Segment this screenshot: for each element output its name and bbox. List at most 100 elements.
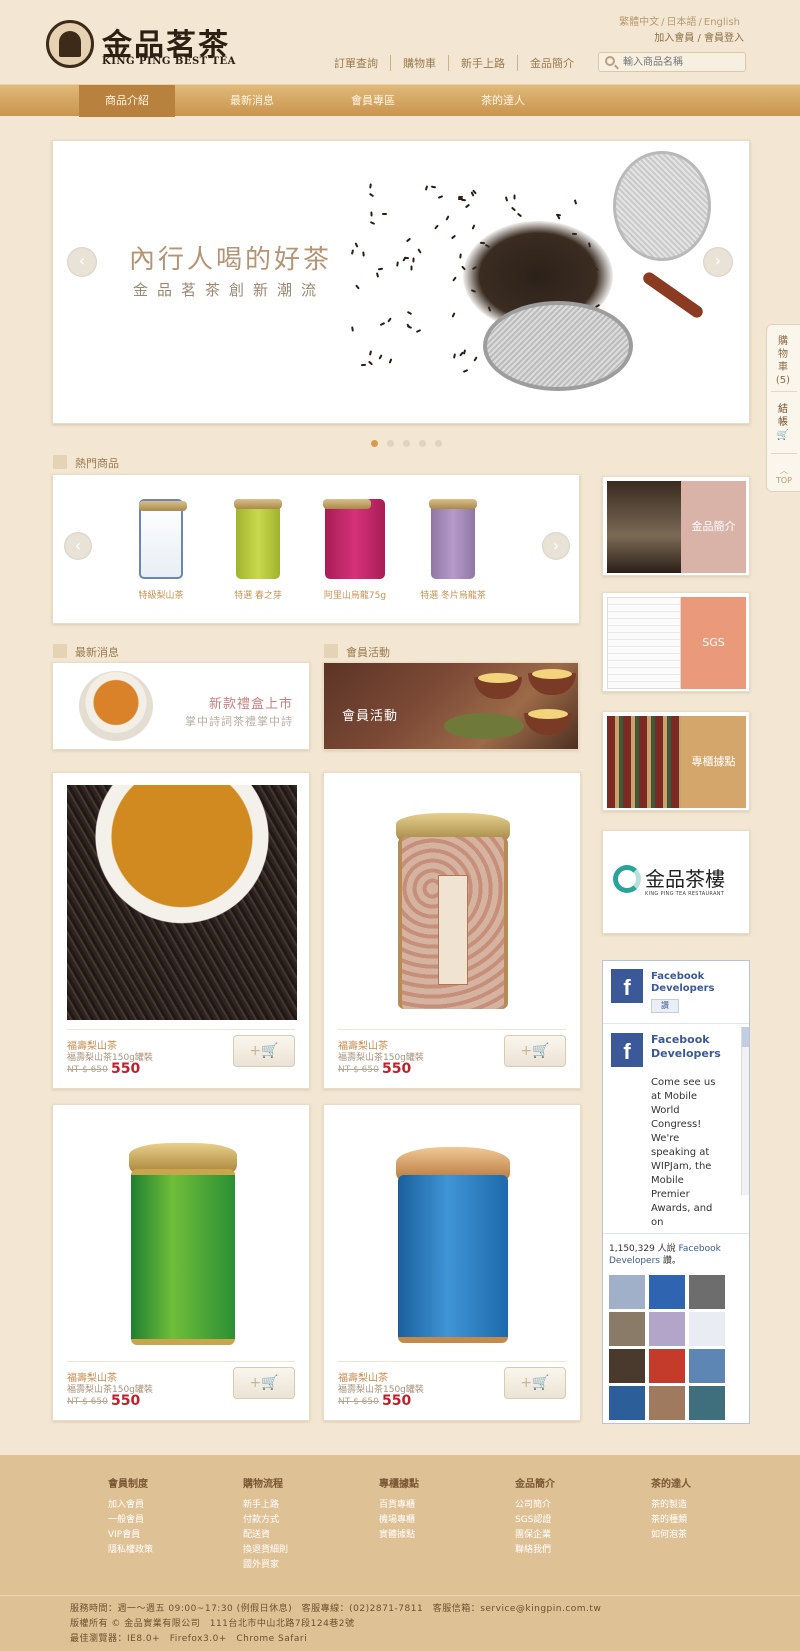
tea-leaf-fleck [368,350,373,356]
footer-link[interactable]: 百貨專櫃 [379,1498,419,1513]
footer-link[interactable]: VIP會員 [108,1528,153,1543]
footer-link[interactable]: 聯絡我們 [515,1543,555,1558]
top-nav-beginner[interactable]: 新手上路 [448,55,517,71]
banner-dot[interactable] [435,440,442,447]
footer-link[interactable]: 新手上路 [243,1498,288,1513]
main-nav-member[interactable]: 會員專區 [325,85,421,117]
footer-link[interactable]: 一般會員 [108,1513,153,1528]
fan-avatar[interactable] [689,1275,725,1309]
main-nav-tea-expert[interactable]: 茶的達人 [455,85,551,117]
top-nav-cart[interactable]: 購物車 [390,55,448,71]
hot-product-item[interactable]: 阿里山烏龍75g [310,499,400,601]
account-links: 加入會員 / 會員登入 [654,29,744,44]
facebook-scrollbar[interactable] [741,1027,749,1195]
add-to-cart-button[interactable]: +🛒 [233,1367,295,1399]
fan-avatar[interactable] [649,1349,685,1383]
fan-avatar[interactable] [609,1275,645,1309]
banner-prev-arrow-icon[interactable]: ‹ [67,247,97,277]
banner-dot[interactable] [371,440,378,447]
hot-product-label: 特級梨山茶 [138,591,184,601]
hot-product-item[interactable]: 特選 春之芽 [213,499,303,601]
footer-link[interactable]: 茶的種類 [651,1513,691,1528]
footer-link[interactable]: 隱私權政策 [108,1543,153,1558]
banner-dot[interactable] [419,440,426,447]
footer-link[interactable]: 實體據點 [379,1528,419,1543]
hot-product-item[interactable]: 特選 冬片烏龍茶 [408,499,498,601]
top-nav-orders[interactable]: 訂單查詢 [328,55,390,71]
product-card[interactable]: 福壽梨山茶 福壽梨山茶150g罐裝 NT $ 650 550 +🛒 [52,772,310,1089]
banner-dot[interactable] [387,440,394,447]
side-link-stores[interactable]: 專櫃據點 [602,711,750,811]
hot-product-item[interactable]: 特級梨山茶 [116,499,206,601]
side-link-about[interactable]: 金品簡介 [602,476,750,576]
brand-logo[interactable]: 金品茗茶 KING PING BEST TEA [46,20,246,72]
floating-checkout-link[interactable]: 結帳 🛒 [775,403,791,442]
tea-restaurant-link[interactable]: 金品茶樓 KING PING TEA RESTAURANT [602,830,750,934]
card-divider [338,1029,566,1030]
news-banner[interactable]: 新款禮盒上市 掌中詩詞茶禮掌中詩 [52,662,310,750]
footer-link[interactable]: 國外買家 [243,1558,288,1573]
member-activity-banner[interactable]: 會員活動 [323,662,579,750]
product-card[interactable]: 福壽梨山茶 福壽梨山茶150g罐裝 NT $ 650 550 +🛒 [323,772,581,1089]
footer-link[interactable]: 茶的製造 [651,1498,691,1513]
footer-col-heading: 茶的達人 [651,1479,691,1490]
tea-leaf-fleck [378,354,383,360]
lang-en[interactable]: English [702,17,742,28]
tea-leaf-fleck [457,195,464,199]
tea-leaf-fleck [417,248,422,254]
hot-next-arrow-icon[interactable]: › [542,532,570,560]
add-to-cart-button[interactable]: +🛒 [504,1367,566,1399]
lang-zh-tw[interactable]: 繁體中文 [617,17,661,28]
floating-cart-link[interactable]: 購物車 (5) [775,335,791,387]
fan-avatar[interactable] [649,1386,685,1420]
fan-avatar[interactable] [689,1312,725,1346]
fan-avatar[interactable] [649,1275,685,1309]
footer-link[interactable]: 團保企業 [515,1528,555,1543]
hot-prev-arrow-icon[interactable]: ‹ [64,532,92,560]
tea-leaf-fleck [445,215,450,221]
fan-avatar[interactable] [609,1349,645,1383]
back-to-top-button[interactable]: ︿ TOP [769,465,799,485]
footer-link[interactable]: SGS認證 [515,1513,555,1528]
footer-link[interactable]: 配送資 [243,1528,288,1543]
facebook-post-author[interactable]: Facebook Developers [651,1033,721,1061]
footer-link[interactable]: 公司簡介 [515,1498,555,1513]
fan-avatar[interactable] [689,1349,725,1383]
product-card[interactable]: 福壽梨山茶 福壽梨山茶150g罐裝 NT $ 650 550 +🛒 [52,1104,310,1421]
footer-link[interactable]: 換退貨細則 [243,1543,288,1558]
footer-link[interactable]: 加入會員 [108,1498,153,1513]
main-nav-news[interactable]: 最新消息 [204,85,300,117]
add-to-cart-button[interactable]: +🛒 [233,1035,295,1067]
lang-ja[interactable]: 日本語 [665,17,699,28]
footer-link[interactable]: 如何泡茶 [651,1528,691,1543]
facebook-scroll-thumb[interactable] [742,1027,749,1047]
tea-cup-image [474,673,522,699]
footer-link[interactable]: 機場專櫃 [379,1513,419,1528]
facebook-page-name[interactable]: Facebook Developers [651,971,741,995]
top-nav-about[interactable]: 金品簡介 [517,55,586,71]
facebook-post-avatar-icon[interactable]: f [611,1033,643,1067]
footer-link[interactable]: 付款方式 [243,1513,288,1528]
facebook-like-button[interactable]: 讚 [651,999,679,1013]
fan-avatar[interactable] [649,1312,685,1346]
footer-col-heading: 會員制度 [108,1479,148,1490]
banner-next-arrow-icon[interactable]: › [703,247,733,277]
member-login-link[interactable]: 會員登入 [704,33,744,44]
footer-col-heading: 購物流程 [243,1479,283,1490]
fan-avatar[interactable] [689,1386,725,1420]
add-to-cart-button[interactable]: +🛒 [504,1035,566,1067]
fan-avatar[interactable] [609,1386,645,1420]
facebook-logo-icon[interactable]: f [611,969,643,1003]
facebook-divider [603,1233,749,1234]
footer-col-heading: 專櫃據點 [379,1479,419,1490]
side-link-sgs[interactable]: SGS [602,592,750,692]
fan-avatar[interactable] [609,1312,645,1346]
product-card[interactable]: 福壽梨山茶 福壽梨山茶150g罐裝 NT $ 650 550 +🛒 [323,1104,581,1421]
search-input[interactable] [623,55,741,69]
banner-dot[interactable] [403,440,410,447]
hero-banner[interactable]: 內行人喝的好茶 金品茗茶創新潮流 [52,140,750,424]
join-member-link[interactable]: 加入會員 [654,33,694,44]
facebook-post-text: Come see us at Mobile World Congress! We… [651,1077,716,1228]
main-nav-products[interactable]: 商品介紹 [79,85,175,117]
search-icon[interactable] [605,56,615,66]
